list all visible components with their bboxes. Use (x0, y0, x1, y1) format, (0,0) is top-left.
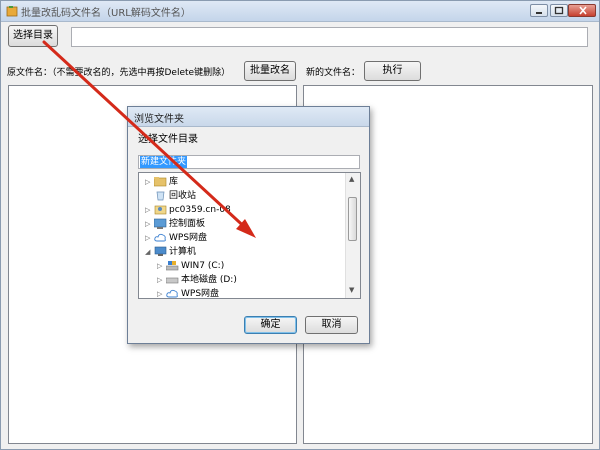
drive-icon (166, 277, 179, 284)
app-icon (6, 6, 18, 17)
new-filename-label: 新的文件名： (306, 68, 361, 78)
expand-arrow-icon[interactable]: ▷ (157, 273, 166, 287)
expand-arrow-icon[interactable]: ▷ (145, 175, 154, 189)
tree-item-recycle-bin[interactable]: 回收站 (145, 189, 196, 203)
tree-item-label: 计算机 (169, 247, 197, 257)
select-directory-button[interactable]: 选择目录 (8, 25, 58, 47)
tree-item-label: WPS网盘 (181, 289, 220, 299)
scroll-thumb[interactable] (348, 197, 357, 241)
scroll-up-icon[interactable]: ▲ (349, 175, 354, 183)
tree-item-drive-d[interactable]: ▷ 本地磁盘 (D:) (157, 273, 237, 287)
cloud-icon (166, 289, 178, 298)
recycle-bin-icon (156, 191, 165, 201)
computer-icon (154, 246, 167, 256)
maximize-button[interactable] (550, 4, 568, 17)
batch-rename-button[interactable]: 批量改名 (244, 61, 296, 81)
tree-item-control-panel[interactable]: ▷ 控制面板 (145, 217, 205, 231)
tree-item-label: WIN7 (C:) (181, 261, 225, 271)
window-title: 批量改乱码文件名（URL解码文件名） (21, 8, 191, 19)
expand-arrow-icon[interactable]: ▷ (157, 287, 166, 298)
tree-item-label: 控制面板 (169, 219, 206, 229)
ok-button[interactable]: 确定 (244, 316, 297, 334)
selected-folder-text: 新建文件夹 (140, 156, 188, 168)
dialog-subtitle: 选择文件目录 (138, 134, 198, 145)
cloud-icon (154, 233, 166, 242)
minimize-icon (536, 12, 542, 14)
collapse-arrow-icon[interactable]: ◢ (145, 245, 154, 259)
control-panel-icon (154, 218, 167, 229)
original-filename-label: 原文件名：（不需要改名的，先选中再按Delete键删除） (7, 68, 231, 78)
expand-arrow-icon[interactable]: ▷ (157, 259, 166, 273)
tree-scrollbar[interactable]: ▲ ▼ (345, 173, 360, 298)
system-drive-icon (166, 261, 179, 271)
expand-arrow-icon[interactable]: ▷ (145, 217, 154, 231)
close-icon (579, 6, 587, 15)
maximize-icon (554, 6, 564, 15)
tree-item-user[interactable]: ▷ pc0359.cn-08 (145, 203, 231, 217)
directory-path-input[interactable] (71, 27, 588, 47)
tree-item-label: WPS网盘 (169, 233, 208, 243)
minimize-button[interactable] (530, 4, 548, 17)
execute-button[interactable]: 执行 (364, 61, 421, 81)
expand-arrow-icon[interactable]: ▷ (145, 231, 154, 245)
library-icon (154, 177, 167, 187)
dialog-title: 浏览文件夹 (134, 114, 184, 125)
selected-folder-field[interactable]: 新建文件夹 (138, 155, 360, 169)
tree-item-label: 回收站 (169, 191, 197, 201)
title-bar[interactable]: 批量改乱码文件名（URL解码文件名） (1, 1, 599, 22)
dialog-title-bar[interactable]: 浏览文件夹 (128, 107, 369, 127)
close-button[interactable] (568, 4, 596, 17)
tree-item-label: 本地磁盘 (D:) (181, 275, 237, 285)
expand-arrow-icon[interactable]: ▷ (145, 203, 154, 217)
cancel-button[interactable]: 取消 (305, 316, 358, 334)
browse-folder-dialog: 浏览文件夹 选择文件目录 新建文件夹 ▷ 库 回收站 ▷ pc0359.cn-08 … (127, 106, 370, 344)
tree-item-library[interactable]: ▷ 库 (145, 175, 178, 189)
tree-item-drive-c[interactable]: ▷ WIN7 (C:) (157, 259, 224, 273)
tree-item-computer[interactable]: ◢ 计算机 (145, 245, 196, 259)
user-folder-icon (154, 205, 167, 215)
tree-item-wps-cloud-2[interactable]: ▷ WPS网盘 (157, 287, 220, 299)
folder-tree[interactable]: ▷ 库 回收站 ▷ pc0359.cn-08 ▷ 控制面板 ▷ WPS网盘 ◢ 计算机 ▷… (138, 172, 361, 299)
tree-item-label: pc0359.cn-08 (169, 205, 231, 215)
tree-item-wps-cloud[interactable]: ▷ WPS网盘 (145, 231, 207, 245)
tree-item-label: 库 (169, 177, 179, 187)
scroll-down-icon[interactable]: ▼ (349, 286, 354, 294)
